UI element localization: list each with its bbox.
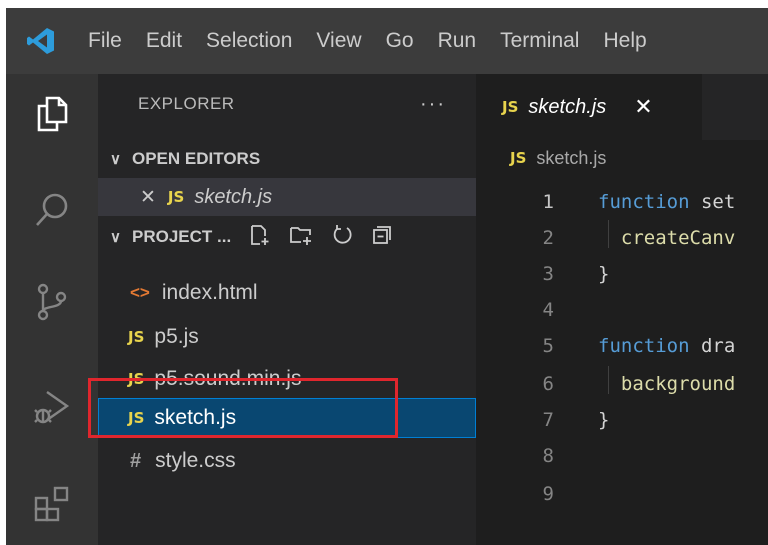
close-icon[interactable]: ✕ [140, 186, 156, 209]
function-call: background [620, 373, 736, 395]
line-number: 2 [542, 227, 554, 249]
code-text: } [598, 263, 610, 285]
close-icon[interactable]: ✕ [634, 94, 652, 120]
menu-help[interactable]: Help [591, 8, 658, 74]
line-number: 9 [542, 483, 554, 505]
breadcrumb-file: sketch.js [536, 147, 607, 168]
chevron-down-icon: ∨ [110, 229, 121, 246]
css-file-icon: # [130, 449, 142, 472]
code-text: } [598, 409, 610, 431]
code-text: set [689, 191, 736, 213]
file-item-sketch-js[interactable]: JS sketch.js [98, 398, 476, 438]
keyword: function [598, 335, 690, 357]
file-item-style-css[interactable]: # style.css [98, 442, 476, 480]
js-file-icon: JS [128, 328, 145, 346]
code-line: 1 function set [476, 184, 768, 220]
search-icon[interactable] [6, 170, 98, 250]
js-file-icon: JS [128, 370, 145, 388]
open-editor-name: sketch.js [194, 185, 273, 208]
code-line: 2 createCanv [476, 220, 768, 256]
open-editors-label: OPEN EDITORS [132, 149, 261, 168]
tab-label: sketch.js [528, 95, 607, 118]
file-name: p5.sound.min.js [154, 367, 302, 390]
code-line: 8 [476, 438, 768, 474]
js-file-icon: JS [167, 188, 185, 206]
line-number: 7 [542, 409, 554, 431]
refresh-icon[interactable] [331, 224, 353, 251]
menu-run[interactable]: Run [426, 8, 489, 74]
new-folder-icon[interactable] [289, 224, 313, 251]
line-number: 6 [542, 373, 554, 395]
menu-view[interactable]: View [304, 8, 373, 74]
menu-go[interactable]: Go [374, 8, 426, 74]
project-label: PROJECT ... [132, 227, 232, 246]
js-file-icon: JS [510, 149, 527, 167]
line-number: 1 [542, 191, 554, 213]
menu-edit[interactable]: Edit [134, 8, 194, 74]
editor-tab-bar: JS sketch.js ✕ [476, 74, 768, 140]
line-number: 4 [542, 299, 554, 321]
file-name: p5.js [154, 325, 199, 348]
menu-terminal[interactable]: Terminal [488, 8, 591, 74]
code-line: 5 function dra [476, 328, 768, 364]
file-name: index.html [161, 281, 258, 304]
code-text: dra [689, 335, 736, 357]
explorer-icon[interactable] [6, 74, 98, 154]
activity-bar [6, 74, 98, 545]
file-item-p5-js[interactable]: JS p5.js [98, 318, 476, 356]
line-number: 8 [542, 445, 554, 467]
file-name: sketch.js [154, 406, 237, 429]
code-line: 7 } [476, 402, 768, 438]
vscode-logo-icon [6, 8, 76, 74]
open-editor-item[interactable]: ✕ JS sketch.js [98, 178, 476, 216]
vscode-window: File Edit Selection View Go Run Terminal… [6, 8, 768, 545]
source-control-icon[interactable] [6, 262, 98, 342]
menu-file[interactable]: File [76, 8, 134, 74]
chevron-down-icon: ∨ [110, 151, 121, 168]
js-file-icon: JS [128, 409, 145, 427]
code-line: 9 [476, 476, 768, 512]
function-call: createCanv [620, 227, 736, 249]
tab-sketch-js[interactable]: JS sketch.js ✕ [476, 74, 702, 140]
breadcrumb[interactable]: JS sketch.js [476, 140, 768, 176]
menu-bar: File Edit Selection View Go Run Terminal… [76, 8, 659, 74]
file-item-p5-sound[interactable]: JS p5.sound.min.js [98, 360, 476, 398]
explorer-header: EXPLORER ··· [98, 74, 476, 134]
js-file-icon: JS [502, 98, 519, 116]
project-section[interactable]: ∨ PROJECT ... [98, 218, 476, 256]
run-debug-icon[interactable] [6, 366, 98, 446]
line-number: 5 [542, 335, 554, 357]
title-bar: File Edit Selection View Go Run Terminal… [6, 8, 768, 74]
code-line: 3 } [476, 256, 768, 292]
file-item-index-html[interactable]: <> index.html [98, 274, 476, 312]
explorer-toolbar [249, 224, 393, 251]
keyword: function [598, 191, 690, 213]
code-line: 6 background [476, 366, 768, 402]
menu-selection[interactable]: Selection [194, 8, 304, 74]
html-file-icon: <> [130, 283, 150, 302]
collapse-all-icon[interactable] [371, 224, 393, 251]
code-editor[interactable]: 1 function set 2 createCanv 3 } 4 5 func… [476, 176, 768, 545]
more-actions-icon[interactable]: ··· [420, 93, 446, 116]
explorer-sidebar: EXPLORER ··· ∨ OPEN EDITORS ✕ JS sketch.… [98, 74, 476, 545]
new-file-icon[interactable] [249, 224, 271, 251]
code-line: 4 [476, 292, 768, 328]
extensions-icon[interactable] [6, 464, 98, 544]
line-number: 3 [542, 263, 554, 285]
explorer-title: EXPLORER [138, 94, 235, 113]
open-editors-section[interactable]: ∨ OPEN EDITORS [98, 140, 476, 178]
file-name: style.css [155, 449, 236, 472]
